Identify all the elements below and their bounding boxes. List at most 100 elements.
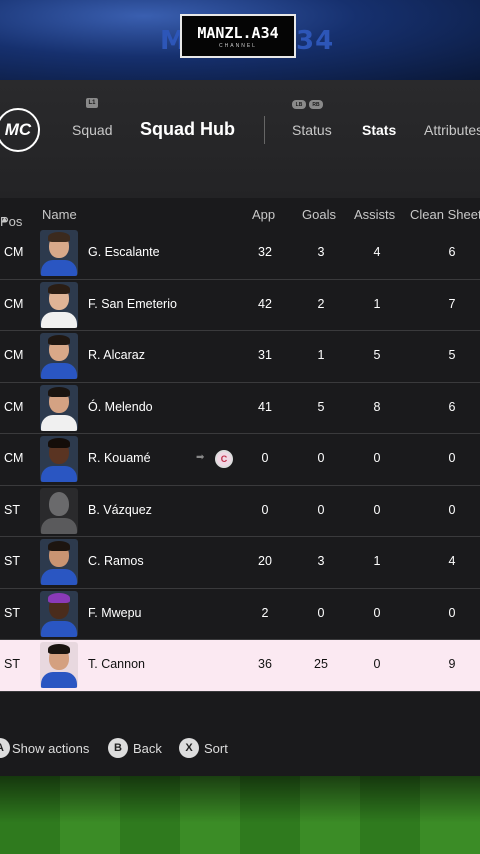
- player-clean-sheets: 7: [448, 296, 456, 311]
- career-mode-logo: MC: [0, 108, 40, 152]
- player-assists: 0: [373, 502, 381, 517]
- player-list: CM G. Escalante 32 3 4 6 CM F. San Emete…: [0, 228, 480, 692]
- sort-label[interactable]: Sort: [204, 741, 228, 756]
- player-position: CM: [4, 399, 24, 414]
- player-assists: 0: [373, 657, 381, 671]
- banner-bg-text-right: 34: [296, 26, 335, 56]
- tab-attributes[interactable]: Attributes: [424, 122, 480, 138]
- pitch-background: [0, 776, 480, 854]
- sort-asc-icon: ▲: [0, 214, 9, 224]
- player-position: CM: [4, 348, 24, 362]
- player-position: ST: [4, 502, 20, 517]
- tab-stats[interactable]: Stats: [362, 122, 396, 138]
- b-button-icon[interactable]: B: [108, 738, 128, 758]
- tab-squad-hub[interactable]: Squad Hub: [140, 119, 235, 140]
- table-row-selected[interactable]: ST T. Cannon 36 25 0 9: [0, 640, 480, 692]
- show-actions-label[interactable]: Show actions: [12, 741, 89, 756]
- col-app[interactable]: App: [252, 207, 275, 222]
- back-label[interactable]: Back: [133, 741, 162, 756]
- player-avatar: [40, 642, 78, 688]
- player-name: T. Cannon: [88, 657, 145, 671]
- col-name[interactable]: Name: [42, 207, 77, 222]
- player-name: Ó. Melendo: [88, 399, 153, 414]
- col-assists[interactable]: Assists: [354, 207, 395, 222]
- player-name: R. Alcaraz: [88, 348, 145, 362]
- player-position: CM: [4, 451, 24, 465]
- table-row[interactable]: CM R. Kouamé ➡ C 0 0 0 0: [0, 434, 480, 486]
- player-assists: 5: [373, 348, 381, 362]
- lb-button-icon: LB: [292, 100, 306, 109]
- player-goals: 3: [317, 245, 325, 259]
- player-clean-sheets: 9: [448, 657, 456, 671]
- player-assists: 4: [373, 245, 381, 259]
- tab-squad[interactable]: Squad: [72, 122, 112, 138]
- player-assists: 8: [373, 399, 381, 414]
- player-goals: 25: [314, 657, 328, 671]
- player-clean-sheets: 0: [448, 605, 456, 620]
- player-goals: 1: [317, 348, 325, 362]
- player-goals: 0: [317, 502, 325, 517]
- player-app: 0: [261, 502, 269, 517]
- x-button-icon[interactable]: X: [179, 738, 199, 758]
- arrow-right-icon: ➡: [196, 452, 205, 463]
- player-name: G. Escalante: [88, 245, 160, 259]
- player-goals: 0: [317, 451, 325, 465]
- player-position: ST: [4, 657, 20, 671]
- player-avatar: [40, 436, 78, 482]
- table-row[interactable]: CM Ó. Melendo 41 5 8 6: [0, 383, 480, 434]
- top-banner: M 34 MANZL.A34 CHANNEL: [0, 0, 480, 80]
- a-button-icon[interactable]: A: [0, 738, 10, 758]
- player-goals: 3: [317, 554, 325, 568]
- player-position: ST: [4, 554, 20, 568]
- table-row[interactable]: ST F. Mwepu 2 0 0 0: [0, 589, 480, 640]
- player-name: C. Ramos: [88, 554, 144, 568]
- tab-status[interactable]: Status: [292, 122, 332, 138]
- player-position: CM: [4, 296, 24, 311]
- table-row[interactable]: CM F. San Emeterio 42 2 1 7: [0, 280, 480, 331]
- table-row[interactable]: ST C. Ramos 20 3 1 4: [0, 537, 480, 589]
- player-avatar: [40, 230, 78, 276]
- player-clean-sheets: 0: [448, 451, 456, 465]
- player-app: 32: [258, 245, 272, 259]
- player-avatar: [40, 333, 78, 379]
- player-avatar: [40, 539, 78, 585]
- column-header: Pos ▲ Name App Goals Assists Clean Sheet…: [0, 200, 480, 229]
- player-name: F. Mwepu: [88, 605, 142, 620]
- bumper-buttons: LB RB: [292, 100, 323, 109]
- player-avatar: [40, 384, 78, 431]
- player-position: CM: [4, 245, 24, 259]
- channel-logo-sub: CHANNEL: [219, 42, 257, 49]
- player-clean-sheets: 6: [448, 399, 456, 414]
- player-position: ST: [4, 605, 20, 620]
- col-goals[interactable]: Goals: [302, 207, 336, 222]
- player-clean-sheets: 0: [448, 502, 456, 517]
- player-goals: 0: [317, 605, 325, 620]
- col-clean-sheets[interactable]: Clean Sheets: [410, 207, 480, 222]
- player-clean-sheets: 6: [448, 245, 456, 259]
- captain-badge-icon: C: [215, 450, 233, 468]
- table-row[interactable]: CM R. Alcaraz 31 1 5 5: [0, 331, 480, 383]
- player-avatar: [40, 281, 78, 328]
- player-goals: 2: [317, 296, 325, 311]
- player-avatar: [40, 590, 78, 637]
- player-name: F. San Emeterio: [88, 296, 177, 311]
- table-row[interactable]: ST B. Vázquez 0 0 0 0: [0, 486, 480, 537]
- player-avatar-placeholder: [40, 487, 78, 534]
- channel-logo-text: MANZL.A34: [197, 23, 279, 42]
- squad-hub-panel: MC L1 Squad Squad Hub LB RB Status Stats…: [0, 80, 480, 776]
- player-app: 36: [258, 657, 272, 671]
- player-goals: 5: [317, 399, 325, 414]
- player-clean-sheets: 4: [448, 554, 456, 568]
- player-name: R. Kouamé: [88, 451, 151, 465]
- channel-logo: MANZL.A34 CHANNEL: [180, 14, 296, 58]
- table-row[interactable]: CM G. Escalante 32 3 4 6: [0, 228, 480, 280]
- player-assists: 1: [373, 296, 381, 311]
- rb-button-icon: RB: [309, 100, 323, 109]
- player-clean-sheets: 5: [448, 348, 456, 362]
- player-assists: 0: [373, 451, 381, 465]
- player-app: 41: [258, 399, 272, 414]
- player-app: 31: [258, 348, 272, 362]
- player-app: 2: [261, 605, 269, 620]
- player-app: 0: [261, 451, 269, 465]
- tab-divider: [264, 116, 265, 144]
